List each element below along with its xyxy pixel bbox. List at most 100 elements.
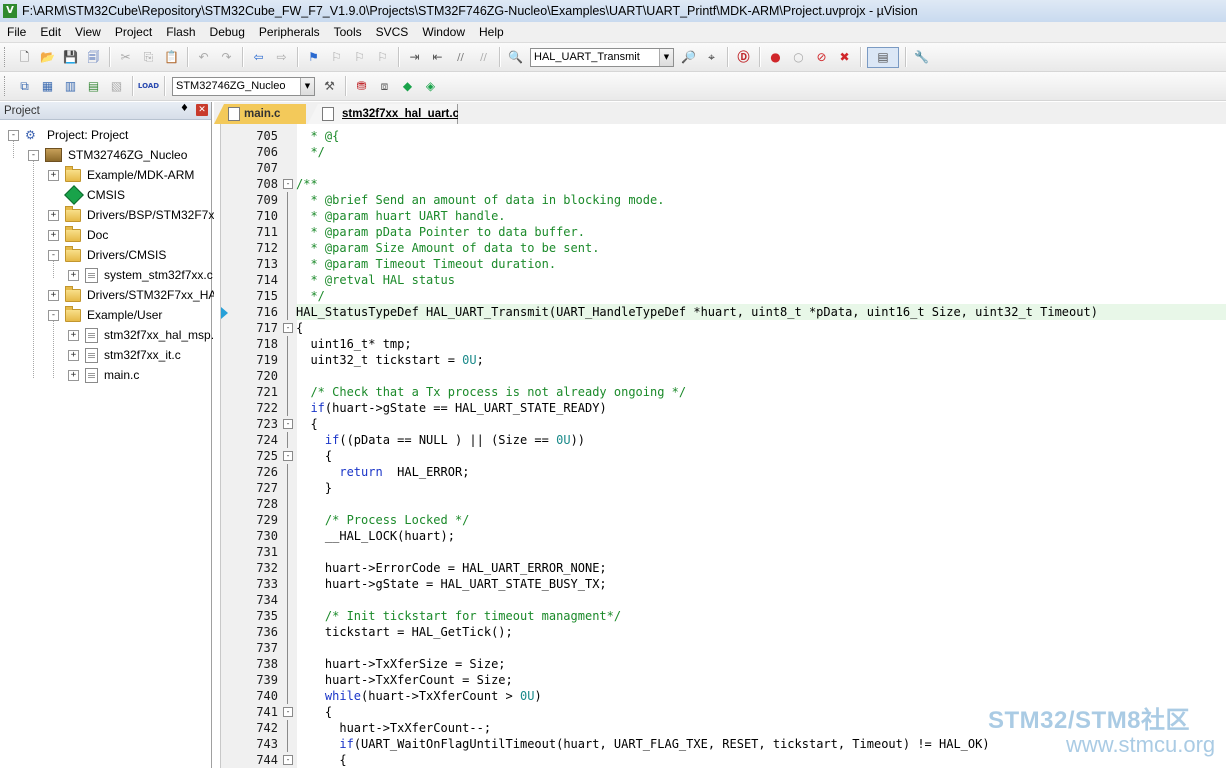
code-line[interactable]: 722 if(huart->gState == HAL_UART_STATE_R… [214, 400, 1226, 416]
manage-project-items-icon[interactable]: ⛃ [352, 77, 371, 96]
code-line[interactable]: 711 * @param pData Pointer to data buffe… [214, 224, 1226, 240]
paste-icon[interactable]: 📋 [162, 48, 181, 67]
save-all-icon[interactable]: 🗐 [84, 48, 103, 67]
expand-icon[interactable]: + [68, 269, 79, 281]
fold-toggle-icon[interactable]: - [283, 707, 293, 717]
code-text[interactable]: } [296, 480, 332, 496]
code-line[interactable]: 714 * @retval HAL status [214, 272, 1226, 288]
code-text[interactable]: huart->TxXferSize = Size; [296, 656, 506, 672]
code-line[interactable]: 739 huart->TxXferCount = Size; [214, 672, 1226, 688]
collapse-icon[interactable]: - [48, 309, 59, 321]
download-load-icon[interactable]: LOAD [138, 77, 159, 96]
code-line[interactable]: 736 tickstart = HAL_GetTick(); [214, 624, 1226, 640]
disable-all-breakpoints-icon[interactable]: ⊘ [812, 48, 831, 67]
uvision-app-icon[interactable]: V [3, 4, 17, 18]
code-line[interactable]: 721 /* Check that a Tx process is not al… [214, 384, 1226, 400]
code-line[interactable]: 729 /* Process Locked */ [214, 512, 1226, 528]
code-text[interactable]: HAL_StatusTypeDef HAL_UART_Transmit(UART… [296, 304, 1226, 320]
manage-run-time-environment-icon[interactable]: ◈ [421, 77, 440, 96]
navigate-forward-icon[interactable]: ⇨ [272, 48, 291, 67]
expand-icon[interactable]: + [68, 349, 79, 361]
menu-view[interactable]: View [68, 22, 108, 42]
code-text[interactable]: tickstart = HAL_GetTick(); [296, 624, 513, 640]
menu-project[interactable]: Project [108, 22, 159, 42]
code-text[interactable]: * @brief Send an amount of data in block… [296, 192, 664, 208]
code-line[interactable]: 731 [214, 544, 1226, 560]
navigate-back-icon[interactable]: ⇦ [249, 48, 268, 67]
incremental-find-icon[interactable]: ⌖ [702, 48, 721, 67]
code-text[interactable]: if((pData == NULL ) || (Size == 0U)) [296, 432, 585, 448]
target-combo[interactable]: STM32746ZG_Nucleo ▼ [172, 76, 315, 96]
code-text[interactable]: huart->ErrorCode = HAL_UART_ERROR_NONE; [296, 560, 607, 576]
menu-peripherals[interactable]: Peripherals [252, 22, 327, 42]
chevron-down-icon[interactable]: ▼ [659, 48, 673, 66]
code-text[interactable]: { [296, 320, 303, 336]
code-text[interactable]: * @param pData Pointer to data buffer. [296, 224, 585, 240]
code-line[interactable]: 718 uint16_t* tmp; [214, 336, 1226, 352]
code-line[interactable]: 735 /* Init tickstart for timeout managm… [214, 608, 1226, 624]
code-line[interactable]: 712 * @param Size Amount of data to be s… [214, 240, 1226, 256]
code-text[interactable]: */ [296, 144, 324, 160]
code-line[interactable]: 708-/** [214, 176, 1226, 192]
code-line[interactable]: 728 [214, 496, 1226, 512]
code-text[interactable]: /* Init tickstart for timeout managment*… [296, 608, 621, 624]
pack-installer-icon[interactable]: ⧈ [375, 77, 394, 96]
code-text[interactable]: if(huart->gState == HAL_UART_STATE_READY… [296, 400, 606, 416]
collapse-icon[interactable]: - [8, 129, 19, 141]
fold-toggle-icon[interactable]: - [283, 179, 293, 189]
code-editor[interactable]: 705 * @{706 */707 708-/** 709 * @brief Sen… [214, 124, 1226, 768]
insert-breakpoint-icon[interactable]: ● [766, 48, 785, 67]
code-text[interactable]: */ [296, 288, 324, 304]
previous-bookmark-icon[interactable]: ⚐ [327, 48, 346, 67]
tree-node[interactable]: + main.c [68, 365, 139, 385]
code-text[interactable]: * @{ [296, 128, 339, 144]
redo-icon[interactable]: ↷ [217, 48, 236, 67]
code-line[interactable]: 713 * @param Timeout Timeout duration. [214, 256, 1226, 272]
find-combo[interactable]: HAL_UART_Transmit ▼ [530, 47, 674, 67]
expand-icon[interactable]: + [48, 289, 59, 301]
fold-toggle-icon[interactable]: - [283, 323, 293, 333]
code-text[interactable]: __HAL_LOCK(huart); [296, 528, 455, 544]
code-line[interactable]: 727 } [214, 480, 1226, 496]
cut-icon[interactable]: ✂ [116, 48, 135, 67]
code-text[interactable]: * @retval HAL status [296, 272, 455, 288]
code-line[interactable]: 707 [214, 160, 1226, 176]
open-file-icon[interactable]: 📂 [38, 48, 57, 67]
code-text[interactable]: { [296, 416, 317, 432]
code-line[interactable]: 733 huart->gState = HAL_UART_STATE_BUSY_… [214, 576, 1226, 592]
code-text[interactable]: /** [296, 176, 318, 192]
code-text[interactable]: { [296, 448, 332, 464]
find-in-files-icon[interactable]: 🔍 [506, 48, 525, 67]
configuration-wrench-icon[interactable]: 🔧 [912, 48, 931, 67]
insert-bookmark-icon[interactable]: ⚑ [304, 48, 323, 67]
menu-tools[interactable]: Tools [327, 22, 369, 42]
select-software-packs-icon[interactable]: ◆ [398, 77, 417, 96]
new-file-icon[interactable]: 🗋 [15, 48, 34, 67]
chevron-down-icon[interactable]: ▼ [300, 77, 314, 95]
build-icon[interactable]: ▦ [38, 77, 57, 96]
code-text[interactable]: huart->TxXferCount--; [296, 720, 491, 736]
tree-node[interactable]: + Drivers/BSP/STM32F7xx [48, 205, 220, 225]
menu-svcs[interactable]: SVCS [369, 22, 416, 42]
tree-node[interactable]: - Example/User [48, 305, 162, 325]
code-line[interactable]: 732 huart->ErrorCode = HAL_UART_ERROR_NO… [214, 560, 1226, 576]
code-text[interactable]: while(huart->TxXferCount > 0U) [296, 688, 542, 704]
code-line[interactable]: 716 HAL_StatusTypeDef HAL_UART_Transmit(U… [214, 304, 1226, 320]
save-icon[interactable]: 💾 [61, 48, 80, 67]
code-line[interactable]: 725- { [214, 448, 1226, 464]
tab-main-c[interactable]: main.c [214, 104, 306, 124]
translate-icon[interactable]: ⧉ [15, 77, 34, 96]
code-line[interactable]: 719 uint32_t tickstart = 0U; [214, 352, 1226, 368]
code-line[interactable]: 717-{ [214, 320, 1226, 336]
tree-node[interactable]: - STM32746ZG_Nucleo [28, 145, 187, 165]
target-options-icon[interactable]: ⚒ [320, 77, 339, 96]
code-line[interactable]: 738 huart->TxXferSize = Size; [214, 656, 1226, 672]
fold-toggle-icon[interactable]: - [283, 419, 293, 429]
batch-build-icon[interactable]: ▤ [84, 77, 103, 96]
find-combo-value[interactable]: HAL_UART_Transmit [531, 51, 659, 63]
tree-node[interactable]: + system_stm32f7xx.c [68, 265, 213, 285]
start-debug-icon[interactable]: Ⓓ [734, 48, 753, 67]
code-line[interactable]: 723- { [214, 416, 1226, 432]
code-text[interactable]: { [296, 752, 346, 768]
menu-help[interactable]: Help [472, 22, 511, 42]
